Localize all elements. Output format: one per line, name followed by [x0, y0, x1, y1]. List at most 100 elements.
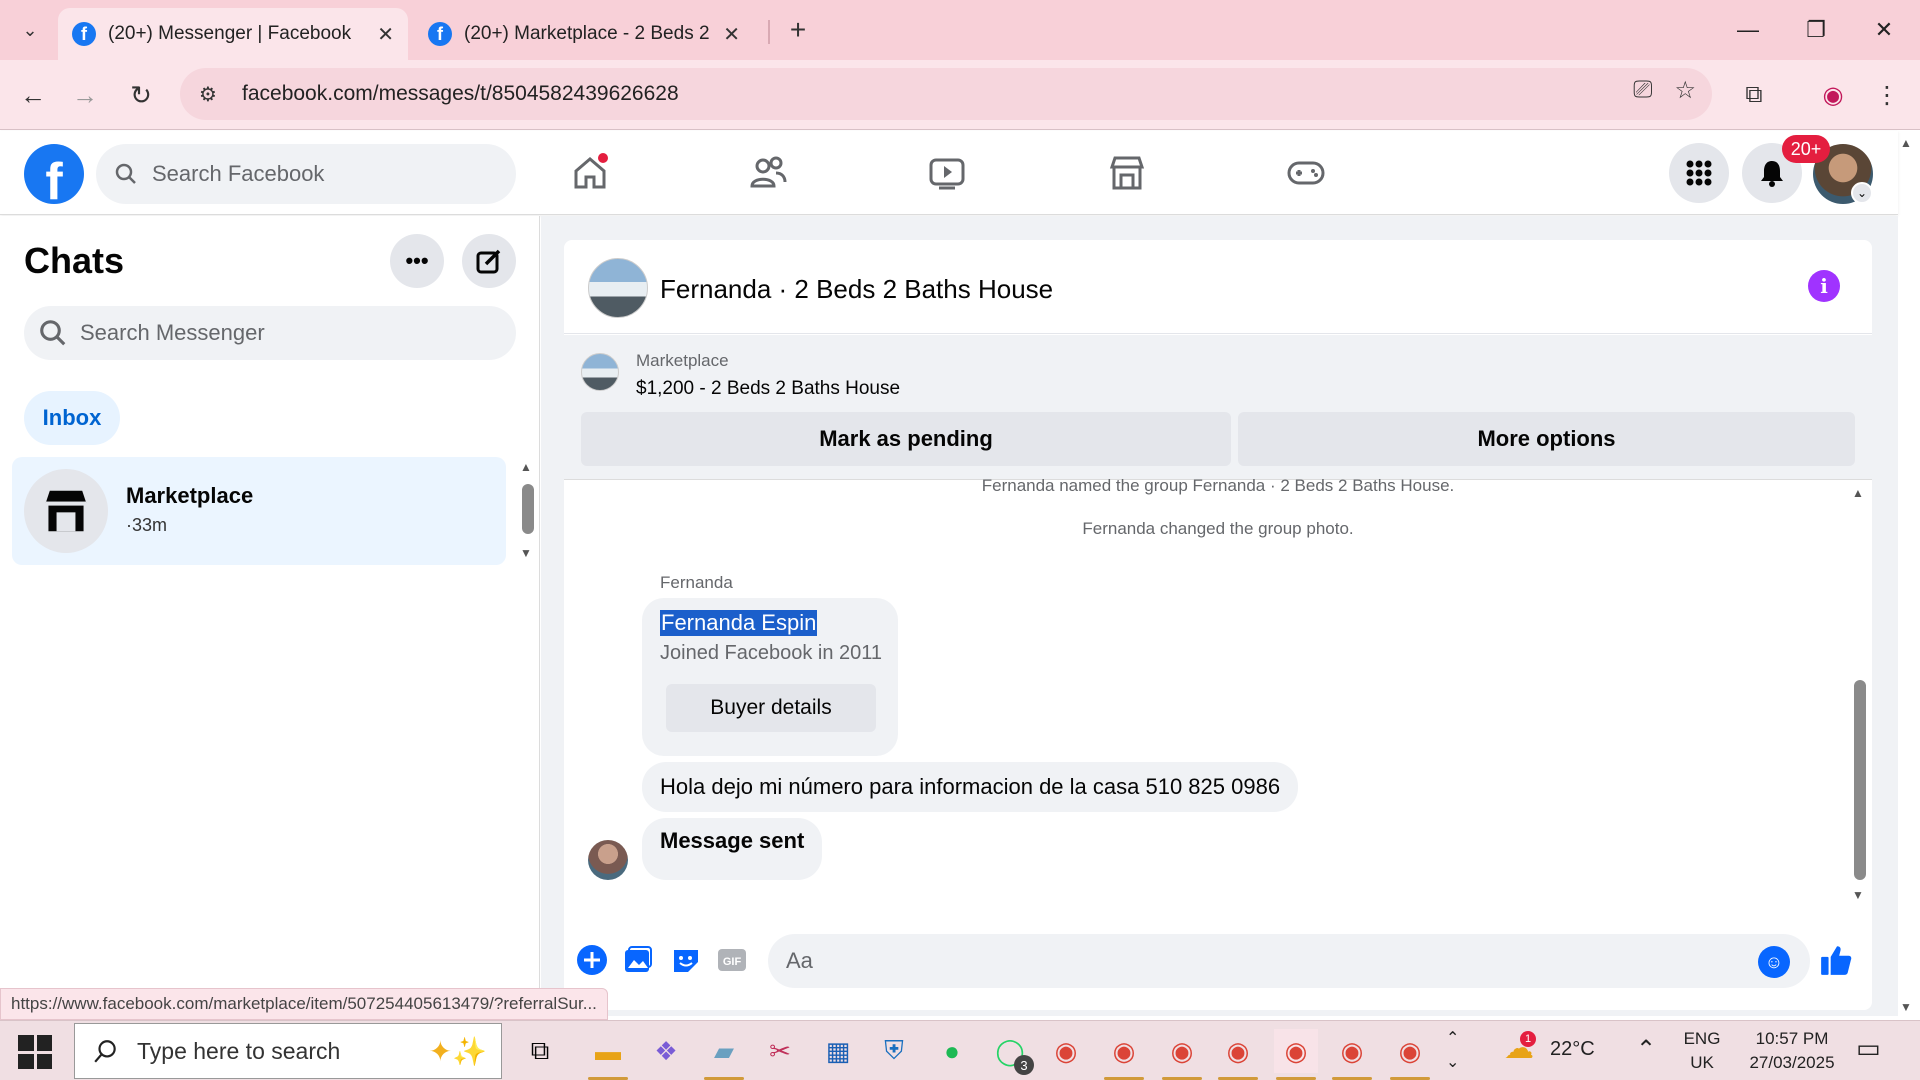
- task-view-icon[interactable]: ⧉: [518, 1029, 562, 1073]
- bookmark-star-icon[interactable]: ☆: [1674, 76, 1696, 105]
- scroll-up-icon[interactable]: ▲: [1852, 486, 1864, 500]
- buyer-joined: Joined Facebook in 2011: [660, 642, 883, 664]
- whatsapp-icon[interactable]: ◯ 3: [988, 1029, 1034, 1075]
- grid-menu-icon: [1686, 160, 1712, 186]
- watch-nav[interactable]: [917, 143, 977, 203]
- tab-messenger[interactable]: f (20+) Messenger | Facebook ✕: [58, 8, 408, 60]
- listing-title[interactable]: $1,200 - 2 Beds 2 Baths House: [636, 378, 900, 400]
- extensions-icon[interactable]: ⧉: [1733, 74, 1775, 116]
- page-scroll-down-icon[interactable]: ▼: [1900, 1000, 1912, 1014]
- chrome-profile-icon[interactable]: ◉: [1102, 1029, 1146, 1080]
- windows-start-icon[interactable]: [18, 1035, 52, 1069]
- buyer-details-button[interactable]: Buyer details: [666, 684, 876, 732]
- tab-search-chevron-icon[interactable]: ⌄: [10, 10, 50, 50]
- mark-as-pending-button[interactable]: Mark as pending: [581, 412, 1231, 466]
- notification-center-icon[interactable]: ▭: [1856, 1033, 1881, 1064]
- new-tab-icon[interactable]: +: [780, 12, 816, 48]
- message-input[interactable]: Aa ☺: [768, 934, 1810, 988]
- home-nav[interactable]: [560, 143, 620, 203]
- gaming-nav[interactable]: [1276, 143, 1336, 203]
- address-bar[interactable]: ⚙ facebook.com/messages/t/85045824396266…: [180, 68, 1712, 120]
- clock[interactable]: 10:57 PM 27/03/2025: [1740, 1027, 1844, 1075]
- facebook-search[interactable]: Search Facebook: [96, 144, 516, 204]
- add-attachment-icon[interactable]: [574, 942, 610, 978]
- page-scroll-up-icon[interactable]: ▲: [1900, 136, 1912, 150]
- clock-date: 27/03/2025: [1749, 1053, 1835, 1072]
- spotify-icon[interactable]: ●: [930, 1029, 974, 1073]
- install-app-icon[interactable]: ⎚: [1633, 76, 1652, 105]
- forward-icon[interactable]: →: [64, 74, 106, 116]
- emoji-icon[interactable]: ☺: [1758, 946, 1790, 978]
- menu-button[interactable]: [1669, 143, 1729, 203]
- search-icon: [40, 320, 66, 346]
- security-app-icon[interactable]: ⛨: [872, 1029, 916, 1073]
- more-options-button[interactable]: More options: [1238, 412, 1855, 466]
- reload-icon[interactable]: ↻: [120, 74, 162, 116]
- thumbs-up-icon[interactable]: [1818, 942, 1854, 978]
- taskbar-search-placeholder: Type here to search: [137, 1037, 341, 1064]
- chrome-profile-icon[interactable]: ◉: [1330, 1029, 1374, 1080]
- facebook-favicon-icon: f: [428, 22, 452, 46]
- scroll-down-icon[interactable]: ▼: [1852, 888, 1864, 902]
- url-text[interactable]: facebook.com/messages/t/8504582439626628: [242, 82, 679, 106]
- listing-thumbnail[interactable]: [581, 353, 619, 391]
- link-status-bar: https://www.facebook.com/marketplace/ite…: [0, 988, 608, 1020]
- notes-app-icon[interactable]: ▰: [702, 1029, 746, 1080]
- copilot-icon[interactable]: ❖: [644, 1029, 688, 1073]
- search-placeholder: Search Messenger: [80, 320, 265, 345]
- taskbar-overflow-chevrons-icon[interactable]: ⌃ ⌄: [1446, 1027, 1459, 1075]
- marketplace-banner: Marketplace $1,200 - 2 Beds 2 Baths Hous…: [564, 335, 1872, 480]
- group-avatar[interactable]: [588, 258, 648, 318]
- gif-icon[interactable]: GIF: [714, 942, 750, 978]
- buyer-name[interactable]: Fernanda Espin: [660, 610, 818, 636]
- sender-avatar[interactable]: [588, 840, 628, 880]
- svg-text:GIF: GIF: [723, 956, 742, 968]
- show-hidden-icons-icon[interactable]: ⌃: [1636, 1035, 1656, 1064]
- chats-title: Chats: [24, 240, 125, 281]
- chats-options-button[interactable]: •••: [390, 234, 444, 288]
- conversation-title[interactable]: Fernanda · 2 Beds 2 Baths House: [660, 274, 1053, 305]
- close-window-icon[interactable]: ✕: [1860, 8, 1908, 52]
- language-indicator[interactable]: ENG UK: [1682, 1027, 1722, 1075]
- friends-nav[interactable]: [738, 143, 798, 203]
- message-placeholder: Aa: [786, 948, 813, 973]
- chat-item-marketplace[interactable]: Marketplace ·33m: [12, 457, 506, 565]
- close-tab-icon[interactable]: ✕: [723, 22, 740, 47]
- taskbar-search[interactable]: Type here to search ✦✨: [74, 1023, 502, 1079]
- conversation-scrollbar[interactable]: [1854, 680, 1866, 880]
- photo-icon[interactable]: [620, 942, 656, 978]
- info-icon[interactable]: i: [1808, 270, 1840, 302]
- file-explorer-icon[interactable]: ▬: [586, 1029, 630, 1080]
- chrome-profile-icon[interactable]: ◉: [1216, 1029, 1260, 1080]
- browser-menu-icon[interactable]: ⋮: [1866, 74, 1908, 116]
- more-dots-icon: •••: [405, 248, 429, 273]
- restore-icon[interactable]: ❐: [1792, 8, 1840, 52]
- snipping-tool-icon[interactable]: ✂: [758, 1029, 802, 1073]
- sticker-icon[interactable]: [668, 942, 704, 978]
- tab-marketplace[interactable]: f (20+) Marketplace - 2 Beds 2 Ba ✕: [414, 8, 754, 60]
- minimize-icon[interactable]: —: [1724, 8, 1772, 52]
- browser-tab-strip: ⌄ f (20+) Messenger | Facebook ✕ f (20+)…: [0, 0, 1920, 60]
- store-app-icon[interactable]: ▦: [816, 1029, 860, 1073]
- facebook-logo[interactable]: f: [24, 144, 84, 204]
- weather-temperature[interactable]: 22°C: [1550, 1038, 1595, 1061]
- inbox-filter[interactable]: Inbox: [24, 391, 120, 445]
- chats-scrollbar[interactable]: [522, 484, 534, 534]
- back-icon[interactable]: ←: [12, 74, 54, 116]
- chrome-profile-icon[interactable]: ◉: [1160, 1029, 1204, 1080]
- chrome-profile-icon[interactable]: ◉: [1274, 1029, 1318, 1080]
- system-message: Fernanda changed the group photo.: [1082, 519, 1354, 538]
- message-bubble[interactable]: Hola dejo mi número para informacion de …: [642, 762, 1299, 812]
- close-tab-icon[interactable]: ✕: [377, 22, 394, 47]
- message-sent-bubble[interactable]: Message sent: [642, 818, 823, 880]
- profile-icon[interactable]: ◉: [1812, 74, 1854, 116]
- chrome-icon[interactable]: ◉: [1044, 1029, 1088, 1073]
- site-info-icon[interactable]: ⚙: [186, 72, 230, 116]
- account-chevron-icon[interactable]: ⌄: [1851, 182, 1873, 204]
- chrome-profile-icon[interactable]: ◉: [1388, 1029, 1432, 1080]
- messenger-search[interactable]: Search Messenger: [24, 306, 516, 360]
- new-message-button[interactable]: [462, 234, 516, 288]
- scroll-down-icon[interactable]: ▼: [520, 546, 532, 560]
- marketplace-nav[interactable]: [1097, 143, 1157, 203]
- scroll-up-icon[interactable]: ▲: [520, 460, 532, 474]
